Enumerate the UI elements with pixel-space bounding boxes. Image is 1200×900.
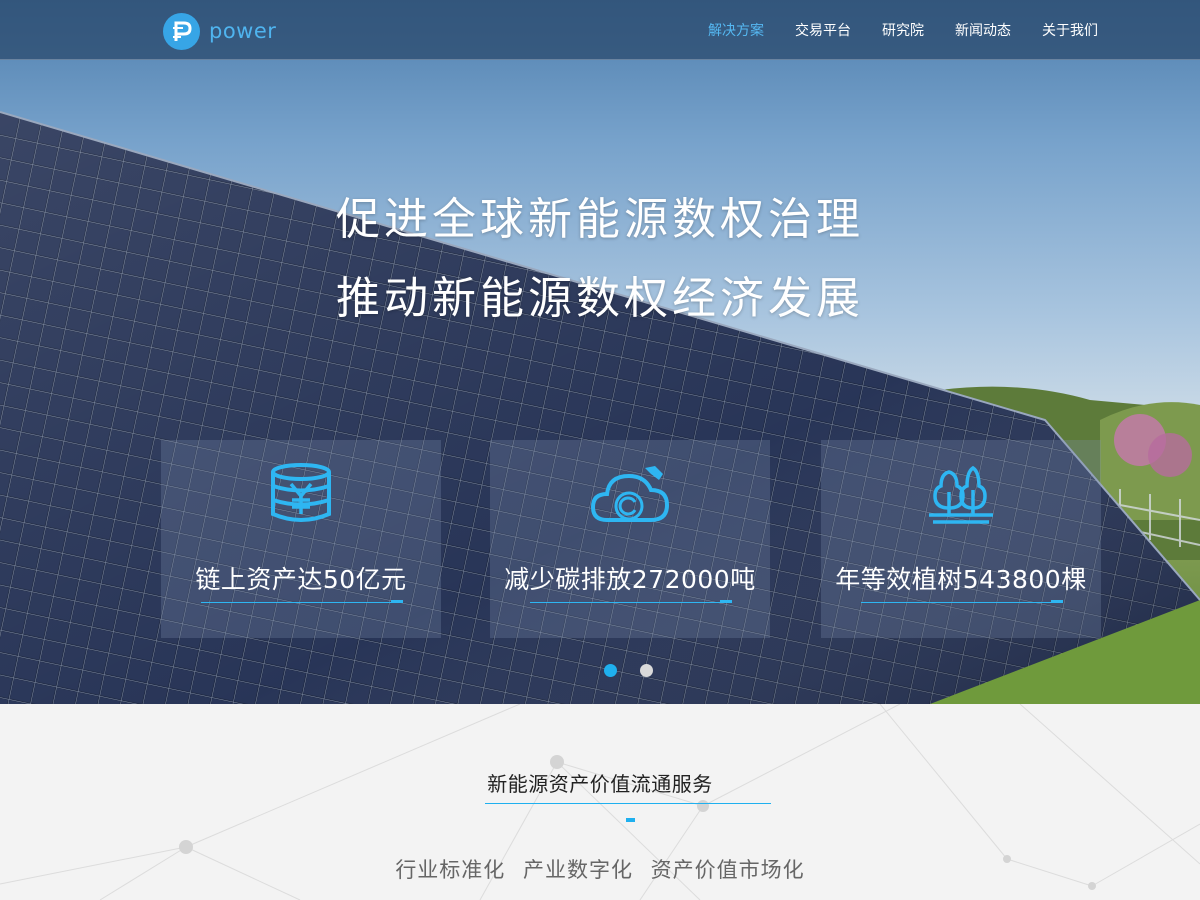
stat-text-assets: 链上资产达50亿元 bbox=[195, 565, 407, 594]
nav-item-solutions[interactable]: 解决方案 bbox=[708, 20, 764, 40]
services-title-underline bbox=[485, 803, 771, 804]
services-subtitle: 行业标准化 产业数字化 资产价值市场化 bbox=[395, 858, 805, 882]
stat-text-carbon: 减少碳排放272000吨 bbox=[504, 565, 756, 594]
coins-yen-icon bbox=[271, 463, 331, 522]
nav-item-trading-platform[interactable]: 交易平台 bbox=[795, 20, 851, 40]
stat-underline-mark bbox=[391, 600, 403, 603]
logo-text: power bbox=[209, 19, 277, 43]
services-title: 新能源资产价值流通服务 bbox=[487, 772, 713, 796]
nav-item-research-institute[interactable]: 研究院 bbox=[882, 20, 924, 40]
logo[interactable]: power bbox=[163, 12, 276, 50]
services-section: 新能源资产价值流通服务 行业标准化 产业数字化 资产价值市场化 bbox=[0, 704, 1200, 900]
stat-underline bbox=[861, 602, 1061, 603]
stat-card-assets: 链上资产达50亿元 bbox=[161, 440, 441, 638]
hero-headline-1: 促进全球新能源数权治理 bbox=[336, 194, 864, 245]
stat-text-trees: 年等效植树543800棵 bbox=[835, 565, 1087, 594]
stat-card-trees: 年等效植树543800棵 bbox=[821, 440, 1101, 638]
trees-icon bbox=[929, 465, 993, 524]
services-title-mark bbox=[626, 818, 635, 822]
stat-underline bbox=[530, 602, 730, 603]
stat-card-carbon: 减少碳排放272000吨 bbox=[490, 440, 770, 638]
stat-underline-mark bbox=[720, 600, 732, 603]
stat-underline-mark bbox=[1051, 600, 1063, 603]
nav-menu: 解决方案 交易平台 研究院 新闻动态 关于我们 bbox=[677, 0, 1098, 60]
carousel-dots bbox=[604, 664, 676, 677]
carousel-dot-2[interactable] bbox=[640, 664, 653, 677]
power-logo-icon bbox=[163, 12, 200, 50]
carousel-dot-1[interactable] bbox=[604, 664, 617, 677]
stat-underline bbox=[201, 602, 401, 603]
top-navbar: power 解决方案 交易平台 研究院 新闻动态 关于我们 bbox=[0, 0, 1200, 60]
nav-item-news[interactable]: 新闻动态 bbox=[955, 20, 1011, 40]
hero-headline-2: 推动新能源数权经济发展 bbox=[336, 273, 864, 324]
nav-item-about-us[interactable]: 关于我们 bbox=[1042, 20, 1098, 40]
cloud-carbon-icon bbox=[590, 466, 670, 522]
hero-banner: power 解决方案 交易平台 研究院 新闻动态 关于我们 促进全球新能源数权治… bbox=[0, 0, 1200, 704]
